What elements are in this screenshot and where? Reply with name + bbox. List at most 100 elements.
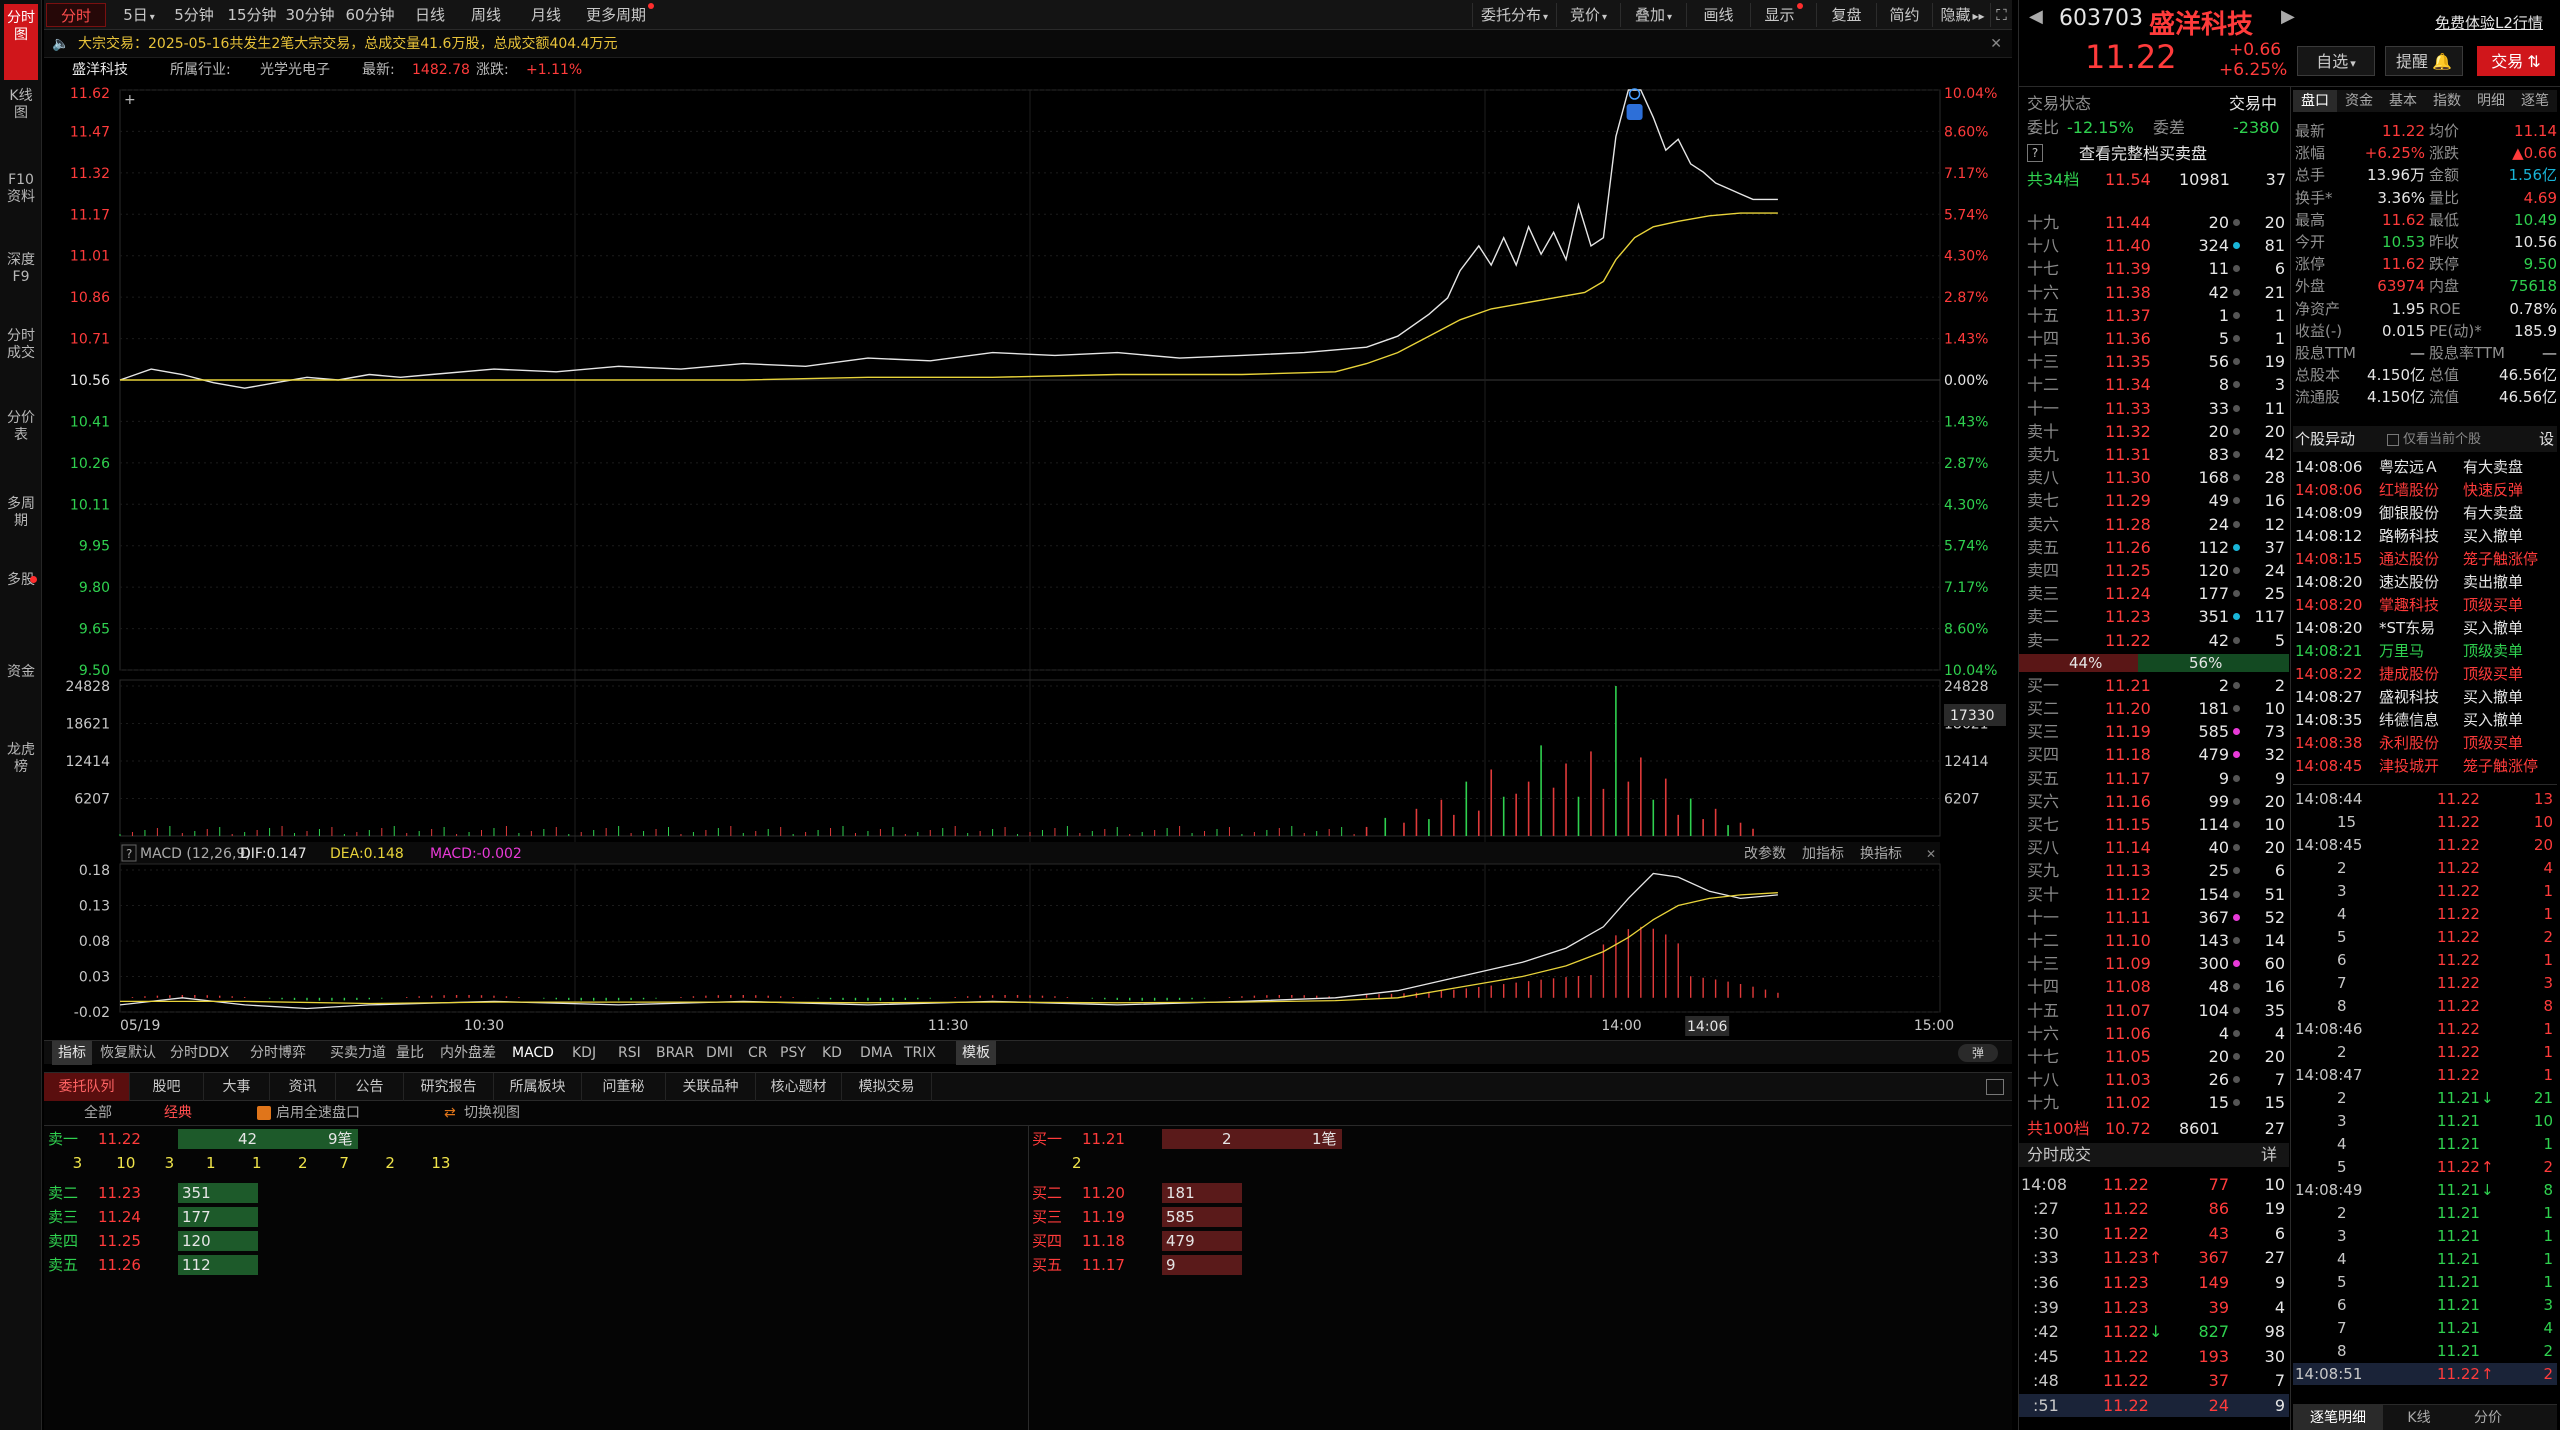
- right-tab-0[interactable]: 盘口: [2293, 90, 2337, 112]
- bottom-tab-6[interactable]: 所属板块: [494, 1073, 582, 1101]
- book-level-price[interactable]: 11.22: [2105, 629, 2151, 652]
- indicator-tab-3[interactable]: 分时博弈: [250, 1041, 306, 1065]
- right-tab-5[interactable]: 逐笔: [2513, 90, 2557, 112]
- period-tab-6[interactable]: 日线: [406, 3, 454, 27]
- queue_sell-order-2[interactable]: 3: [165, 1151, 175, 1175]
- queue_sell-order-0[interactable]: 3: [73, 1151, 83, 1175]
- zhubi-tab-0[interactable]: 逐笔明细: [2293, 1405, 2383, 1430]
- toolbar-btn-6[interactable]: 简约: [1876, 3, 1932, 27]
- mover-stock[interactable]: 纬德信息: [2379, 709, 2439, 732]
- period-tab-9[interactable]: 更多周期: [578, 3, 662, 27]
- bottom-tab-7[interactable]: 问董秘: [582, 1073, 666, 1101]
- indicator-tab-17[interactable]: 模板: [956, 1041, 996, 1065]
- indicator-tab-12[interactable]: CR: [748, 1041, 768, 1065]
- book-level-price[interactable]: 11.15: [2105, 813, 2151, 836]
- book-level-price[interactable]: 11.12: [2105, 883, 2151, 906]
- indicator-tab-2[interactable]: 分时DDX: [170, 1041, 229, 1065]
- queue_sell-order-8[interactable]: 13: [431, 1151, 450, 1175]
- zhubi-tab-2[interactable]: 分价: [2453, 1405, 2523, 1430]
- mover-stock[interactable]: 路畅科技: [2379, 525, 2439, 548]
- period-tab-2[interactable]: 5分钟: [168, 3, 220, 27]
- bottom-tab-1[interactable]: 股吧: [130, 1073, 204, 1101]
- movers-settings-button[interactable]: 设: [2539, 428, 2554, 451]
- next-stock-icon[interactable]: ▶: [2281, 6, 2295, 27]
- period-tab-0[interactable]: 分时: [46, 3, 106, 27]
- mover-stock[interactable]: 盛视科技: [2379, 686, 2439, 709]
- book-level-price[interactable]: 11.40: [2105, 234, 2151, 257]
- toolbar-btn-3[interactable]: 画线: [1686, 3, 1750, 27]
- close-indicator-icon[interactable]: ✕: [1926, 847, 1936, 861]
- help-icon[interactable]: ?: [2027, 144, 2043, 162]
- indicator-tool-0[interactable]: 改参数: [1744, 845, 1786, 862]
- zhubi-tab-1[interactable]: K线: [2389, 1405, 2449, 1430]
- left-nav-item-6[interactable]: 多周期: [4, 496, 38, 530]
- book-level-price[interactable]: 11.26: [2105, 536, 2151, 559]
- mover-stock[interactable]: 通达股份: [2379, 548, 2439, 571]
- mover-stock[interactable]: 永利股份: [2379, 732, 2439, 755]
- left-nav-item-0[interactable]: 分时图: [4, 4, 38, 80]
- toolbar-btn-2[interactable]: 叠加 ▾: [1620, 3, 1686, 27]
- book-level-price[interactable]: 11.21: [2105, 674, 2151, 697]
- left-nav-item-8[interactable]: 资金: [4, 664, 38, 681]
- book-level-price[interactable]: 11.11: [2105, 906, 2151, 929]
- mover-stock[interactable]: 捷成股份: [2379, 663, 2439, 686]
- mover-stock[interactable]: 御银股份: [2379, 502, 2439, 525]
- left-nav-item-4[interactable]: 分时成交: [4, 328, 38, 362]
- left-nav-item-5[interactable]: 分价表: [4, 410, 38, 444]
- period-tab-4[interactable]: 30分钟: [284, 3, 336, 27]
- book-level-price[interactable]: 11.17: [2105, 767, 2151, 790]
- indicator-tab-4[interactable]: 买卖力道: [330, 1041, 386, 1065]
- mover-stock[interactable]: 掌趣科技: [2379, 594, 2439, 617]
- bottom-tab-2[interactable]: 大事: [204, 1073, 270, 1101]
- toolbar-btn-4[interactable]: 显示: [1750, 3, 1816, 27]
- book-level-price[interactable]: 11.32: [2105, 420, 2151, 443]
- indicator-tab-8[interactable]: KDJ: [572, 1041, 596, 1065]
- mover-stock[interactable]: 粤宏远Ａ: [2379, 456, 2439, 479]
- right-tab-3[interactable]: 指数: [2425, 90, 2469, 112]
- bottom-tab-0[interactable]: 委托队列: [44, 1073, 130, 1101]
- classic-mode-label[interactable]: 经典: [164, 1103, 192, 1123]
- indicator-tab-15[interactable]: DMA: [860, 1041, 892, 1065]
- indicator-tab-9[interactable]: RSI: [618, 1041, 641, 1065]
- right-tab-1[interactable]: 资金: [2337, 90, 2381, 112]
- prev-stock-icon[interactable]: ◀: [2029, 6, 2043, 27]
- book-level-price[interactable]: 11.19: [2105, 720, 2151, 743]
- period-tab-1[interactable]: 5日 ▾: [114, 3, 164, 27]
- period-tab-3[interactable]: 15分钟: [224, 3, 280, 27]
- full-book-link[interactable]: 查看完整档买卖盘: [2079, 142, 2207, 165]
- indicator-tab-5[interactable]: 量比: [396, 1041, 424, 1065]
- queue_sell-order-7[interactable]: 2: [385, 1151, 395, 1175]
- book-level-price[interactable]: 11.33: [2105, 397, 2151, 420]
- book-level-price[interactable]: 11.05: [2105, 1045, 2151, 1068]
- book-level-price[interactable]: 11.09: [2105, 952, 2151, 975]
- toolbar-btn-1[interactable]: 竞价 ▾: [1556, 3, 1620, 27]
- book-level-price[interactable]: 11.06: [2105, 1022, 2151, 1045]
- book-level-price[interactable]: 11.14: [2105, 836, 2151, 859]
- full-speed-checkbox[interactable]: [257, 1106, 271, 1120]
- switch-view-label[interactable]: 切换视图: [464, 1103, 520, 1123]
- queue_sell-order-3[interactable]: 1: [206, 1151, 216, 1175]
- mover-stock[interactable]: 万里马: [2379, 640, 2424, 663]
- panel-layout-icon[interactable]: [1986, 1079, 2004, 1095]
- bottom-tab-9[interactable]: 核心题材: [756, 1073, 842, 1101]
- mover-stock[interactable]: 津投城开: [2379, 755, 2439, 778]
- indicator-tab-7[interactable]: MACD: [512, 1041, 554, 1065]
- l2-trial-link[interactable]: 免费体验L2行情: [2435, 12, 2543, 33]
- bottom-tab-10[interactable]: 模拟交易: [842, 1073, 932, 1101]
- mover-stock[interactable]: 红墙股份: [2379, 479, 2439, 502]
- indicator-tab-11[interactable]: DMI: [706, 1041, 733, 1065]
- book-level-price[interactable]: 11.24: [2105, 582, 2151, 605]
- bottom-tab-8[interactable]: 关联品种: [666, 1073, 756, 1101]
- queue_buy-order-0[interactable]: 2: [1072, 1151, 1082, 1175]
- indicator-tab-13[interactable]: PSY: [780, 1041, 806, 1065]
- alert-button[interactable]: 提醒 🔔: [2385, 46, 2463, 76]
- book-level-price[interactable]: 11.07: [2105, 999, 2151, 1022]
- right-tab-2[interactable]: 基本: [2381, 90, 2425, 112]
- book-level-price[interactable]: 11.37: [2105, 304, 2151, 327]
- indicator-tab-10[interactable]: BRAR: [656, 1041, 694, 1065]
- ticks-detail-button[interactable]: 详: [2261, 1143, 2277, 1166]
- fullscreen-icon[interactable]: ⛶: [1990, 3, 2012, 27]
- book-level-price[interactable]: 11.31: [2105, 443, 2151, 466]
- news-text[interactable]: 大宗交易：2025-05-16共发生2笔大宗交易，总成交量41.6万股，总成交额…: [78, 30, 618, 58]
- left-nav-item-2[interactable]: F10资料: [4, 172, 38, 206]
